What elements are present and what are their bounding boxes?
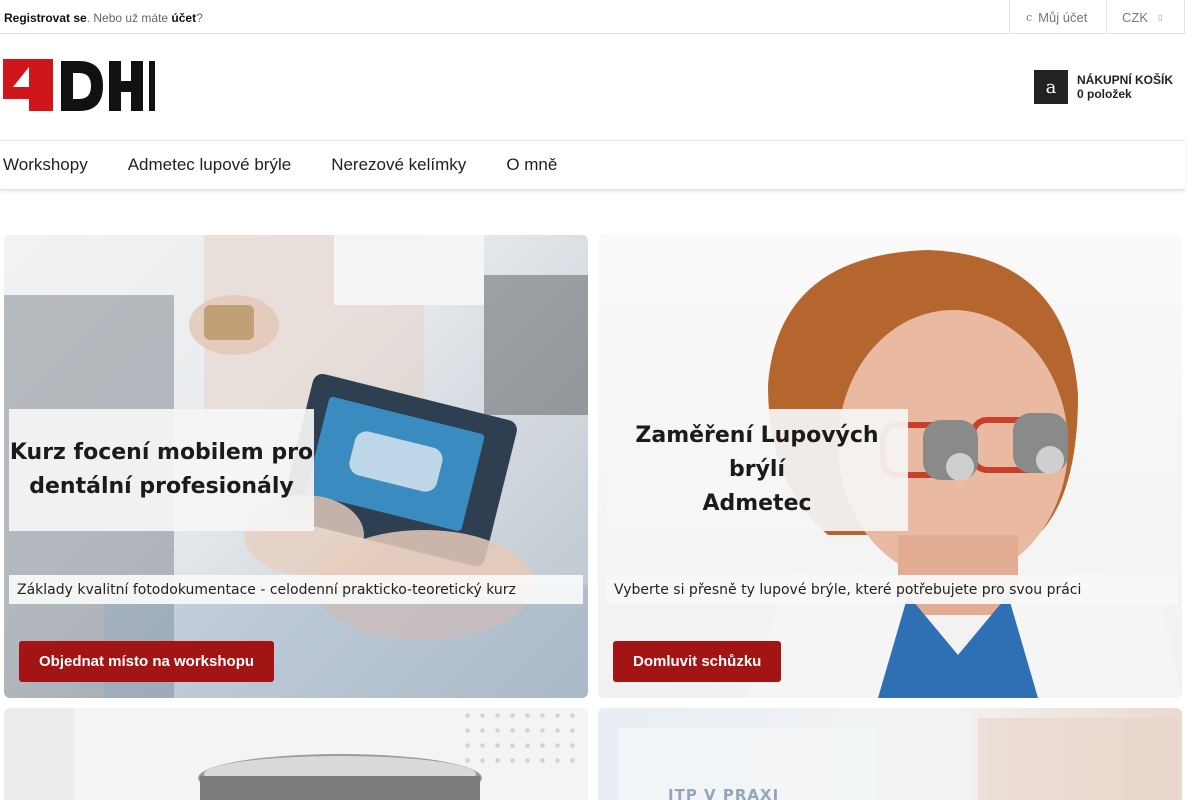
banner-title-line1: Kurz focení mobilem pro xyxy=(9,440,314,465)
site-logo[interactable] xyxy=(3,59,155,111)
nav-item-o-mne[interactable]: O mně xyxy=(506,155,557,175)
main-nav: Workshopy Admetec lupové brýle Nerezové … xyxy=(0,140,1185,190)
login-link[interactable]: účet xyxy=(171,11,196,25)
book-appointment-button[interactable]: Domluvit schůzku xyxy=(613,641,782,682)
auth-prompt: Registrovat se. Nebo už máte účet? xyxy=(4,11,203,25)
chevron-down-icon: ▯ xyxy=(1158,12,1163,22)
top-bar: Registrovat se. Nebo už máte účet? c Můj… xyxy=(0,0,1185,34)
my-account-label: Můj účet xyxy=(1038,9,1088,25)
banner-kelimky[interactable] xyxy=(4,708,588,800)
banner-title-line2: Admetec xyxy=(702,491,812,516)
my-account-link[interactable]: c Můj účet xyxy=(1009,0,1106,34)
banner-title: Zaměření Lupových brýlí Admetec xyxy=(606,409,908,531)
banner-itp[interactable]: ITP V PRAXI xyxy=(598,708,1182,800)
register-link[interactable]: Registrovat se xyxy=(4,11,87,25)
topbar-right: c Můj účet CZK ▯ xyxy=(1009,0,1185,34)
user-icon: c xyxy=(1026,10,1033,24)
banner-subtitle: Základy kvalitní fotodokumentace - celod… xyxy=(9,575,583,604)
cart-icon: a xyxy=(1034,70,1068,104)
shopping-cart[interactable]: a NÁKUPNÍ KOŠÍK 0 položek xyxy=(1034,70,1173,104)
auth-prompt-qmark: ? xyxy=(196,11,203,25)
nav-item-kelimky[interactable]: Nerezové kelímky xyxy=(331,155,466,175)
banner-subtitle: Vyberte si přesně ty lupové brýle, které… xyxy=(606,575,1178,604)
banner-title-line1: Zaměření Lupových brýlí xyxy=(635,423,879,482)
nav-item-admetec[interactable]: Admetec lupové brýle xyxy=(128,155,291,175)
nav-item-workshopy[interactable]: Workshopy xyxy=(3,155,88,175)
banner-title-line2: dentální profesionály xyxy=(29,474,294,499)
banner-partial-text: ITP V PRAXI xyxy=(668,786,780,800)
banner-workshop[interactable]: Kurz focení mobilem pro dentální profesi… xyxy=(4,235,588,698)
cart-summary: NÁKUPNÍ KOŠÍK 0 položek xyxy=(1077,73,1173,101)
4dh-logo-icon xyxy=(3,59,155,111)
auth-prompt-text: . Nebo už máte xyxy=(86,11,172,25)
order-workshop-button[interactable]: Objednat místo na workshopu xyxy=(19,641,275,682)
currency-select[interactable]: CZK ▯ xyxy=(1106,0,1185,34)
banner-admetec[interactable]: Zaměření Lupových brýlí Admetec Vyberte … xyxy=(598,235,1182,698)
cart-title: NÁKUPNÍ KOŠÍK xyxy=(1077,73,1174,87)
currency-value: CZK xyxy=(1122,9,1148,25)
banner-title: Kurz focení mobilem pro dentální profesi… xyxy=(9,409,314,531)
steel-cup-photo xyxy=(4,708,482,800)
cart-item-count: 0 položek xyxy=(1077,87,1132,101)
